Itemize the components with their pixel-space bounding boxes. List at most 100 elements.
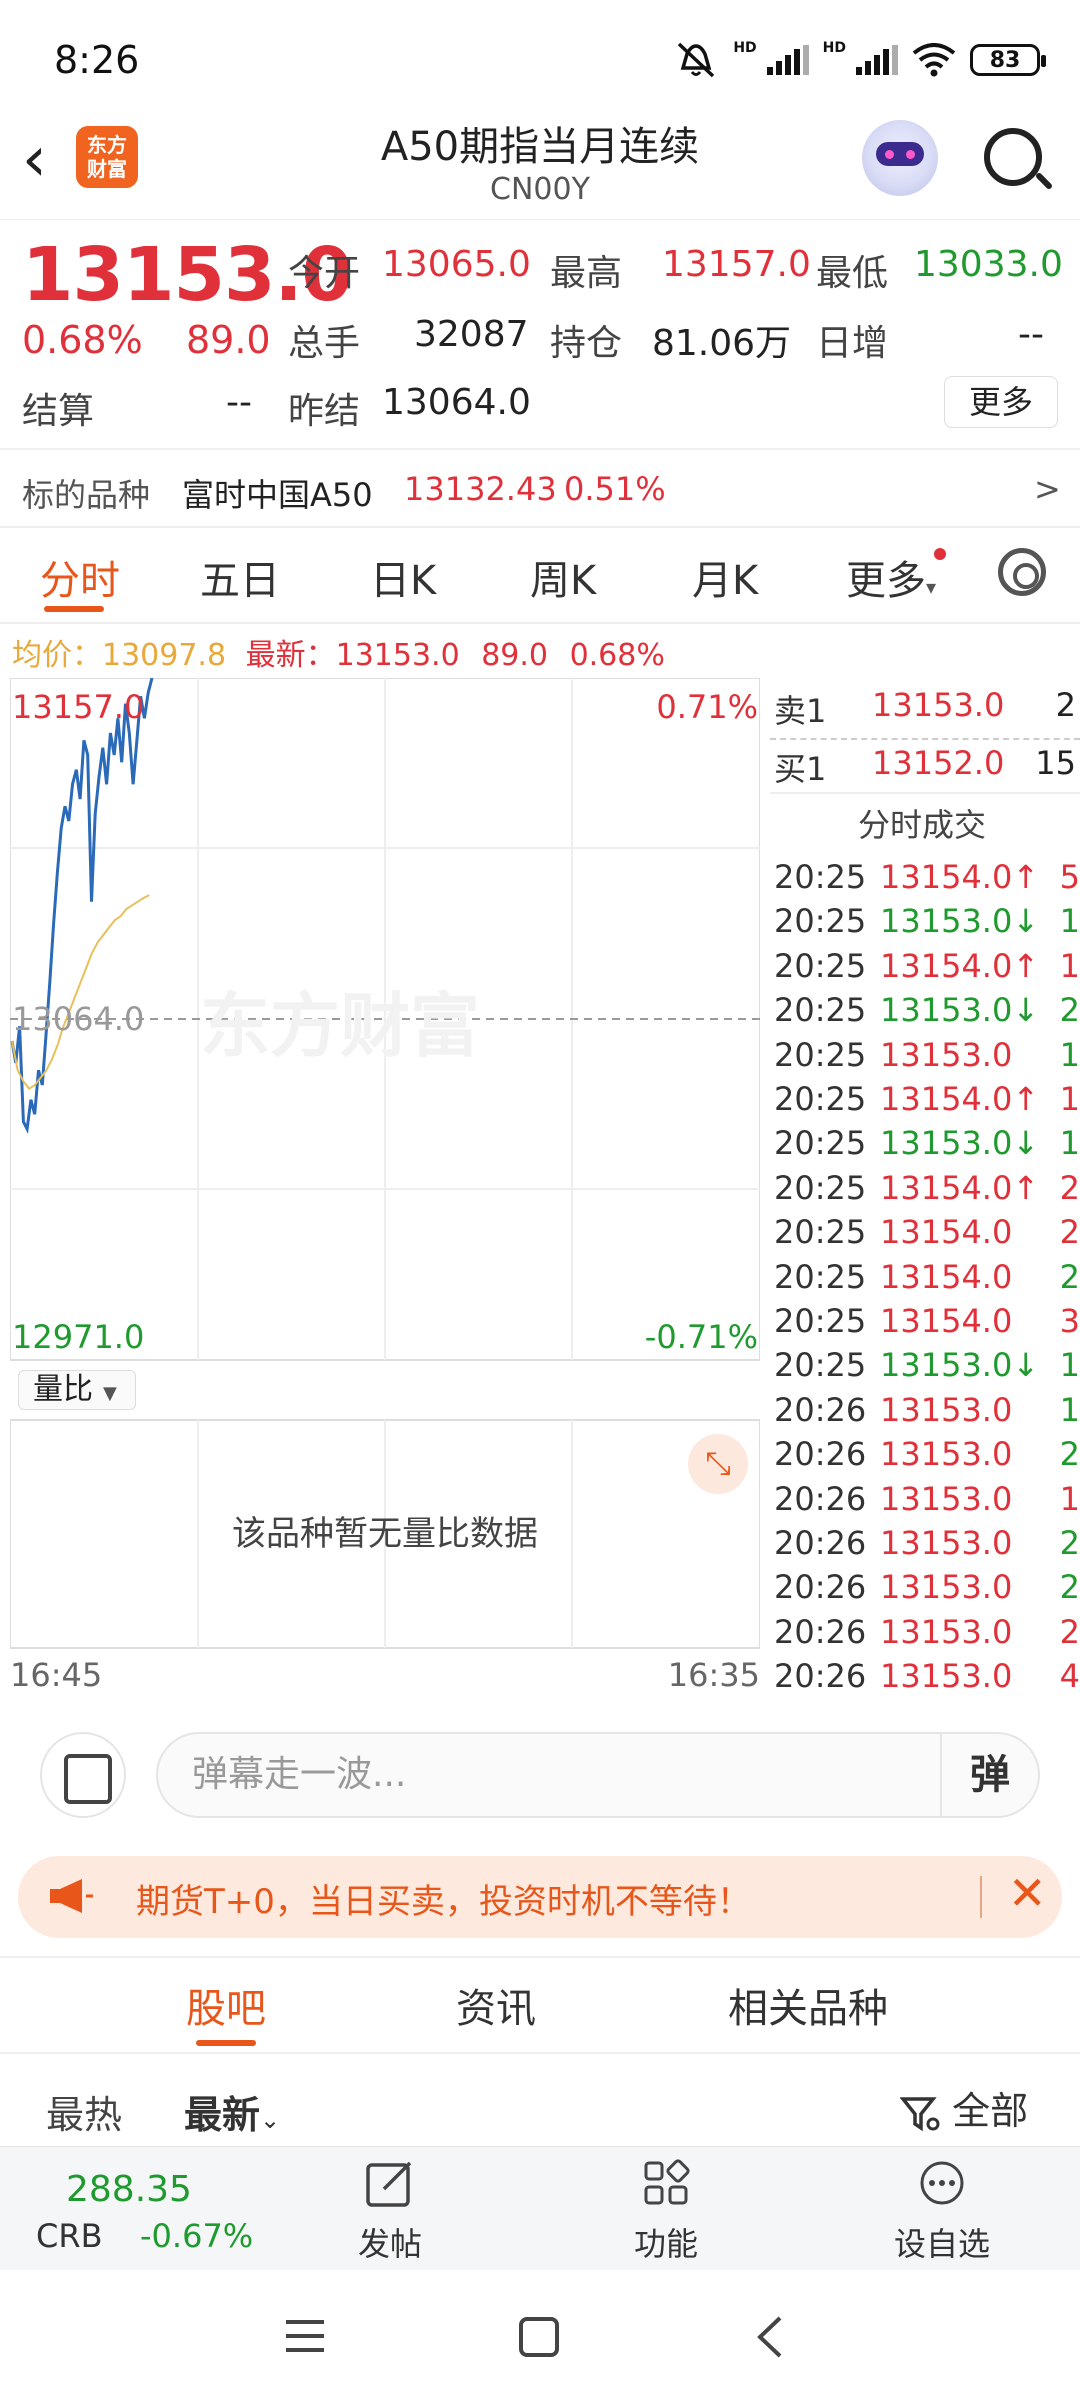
tick-time: 20:26 [774, 1479, 867, 1518]
tick-volume: 5 [1059, 858, 1080, 896]
sort-hot[interactable]: 最热 [46, 2084, 122, 2139]
tick-price: 13153.0 [880, 1435, 1013, 1474]
chart-tabs: 分时 五日 日K 周K 月K 更多▾ [0, 530, 1080, 620]
crb-name: CRB [36, 2217, 103, 2255]
promo-banner[interactable]: 期货T+0，当日买卖，投资时机不等待！ ✕ [18, 1856, 1062, 1938]
search-icon[interactable] [984, 128, 1042, 186]
tick-time: 20:25 [774, 858, 867, 896]
tick-price: 13154.0↑ [880, 1168, 1040, 1207]
tick-time: 20:26 [774, 1435, 867, 1474]
tick-row: 20:25 13154.0↑ 2 [770, 1169, 1080, 1213]
tick-price: 13154.0↑ [880, 1080, 1040, 1118]
signal-icon-2 [856, 45, 898, 75]
volume-ratio-dropdown[interactable]: 量比 ▼ [18, 1370, 136, 1410]
tick-volume: 1 [1059, 1124, 1080, 1163]
tick-volume: 1 [1059, 1035, 1080, 1074]
tick-row: 20:25 13154.0 2 [770, 1258, 1080, 1302]
tick-row: 20:26 13153.0 2 [770, 1524, 1080, 1568]
settings-gear-icon[interactable] [998, 548, 1046, 596]
tab-weekly-k[interactable]: 周K [530, 548, 596, 606]
add-watchlist-button[interactable]: 设自选 [862, 2147, 1022, 2271]
tick-time: 20:25 [774, 1124, 867, 1163]
promo-text: 期货T+0，当日买卖，投资时机不等待！ [136, 1882, 751, 1922]
edit-post-icon [366, 2161, 412, 2207]
tick-time: 20:26 [774, 1612, 867, 1651]
chevron-right-icon: > [1034, 470, 1061, 508]
avg-value: 13097.8 [102, 638, 227, 673]
tick-row: 20:26 13153.0 1 [770, 1391, 1080, 1435]
assistant-robot-icon[interactable] [862, 120, 938, 196]
tick-row: 20:25 13154.0↑ 5 [770, 858, 1080, 902]
tab-guba[interactable]: 股吧 [186, 1976, 266, 2034]
underlying-label: 标的品种 [22, 476, 151, 514]
tick-price: 13153.0↓ [880, 1124, 1040, 1163]
tick-price: 13154.0↑ [880, 946, 1040, 985]
expand-icon[interactable]: ⤡ [688, 1434, 748, 1494]
orderbook-ask-row: 卖1 13153.0 2 [770, 678, 1080, 734]
tick-volume: 1 [1059, 1346, 1080, 1385]
divider [0, 622, 1080, 624]
home-icon[interactable] [518, 2316, 560, 2358]
daily-increase-label: 日增 [816, 323, 889, 364]
tick-price: 13154.0 [880, 1257, 1013, 1296]
tick-time: 20:26 [774, 1390, 867, 1429]
tick-volume: 2 [1059, 991, 1080, 1030]
mute-icon [678, 42, 715, 78]
post-button[interactable]: 发帖 [310, 2147, 470, 2271]
tab-related[interactable]: 相关品种 [728, 1976, 888, 2034]
tick-volume: 2 [1059, 1213, 1080, 1252]
tab-intraday[interactable]: 分时 [40, 548, 120, 606]
tick-volume: 2 [1059, 1524, 1080, 1562]
filter-button[interactable]: 全部 [899, 2080, 1028, 2135]
back-nav-icon[interactable] [752, 2314, 788, 2360]
ask-qty: 2 [1055, 686, 1076, 724]
tab-news[interactable]: 资讯 [456, 1976, 536, 2034]
prev-settle-value: 13064.0 [382, 382, 531, 423]
open-interest-label: 持仓 [550, 323, 623, 364]
trade-panel: 卖1 13153.0 2 买1 13152.0 15 分时成交 20:25 131… [764, 678, 1080, 1708]
danmaku-settings-icon[interactable] [40, 1732, 126, 1818]
volume-label: 总手 [288, 323, 361, 364]
underlying-name: 富时中国A50 [182, 476, 373, 514]
bid-qty: 15 [1035, 744, 1076, 782]
menu-icon[interactable] [284, 2316, 326, 2356]
danmaku-toggle-button[interactable]: 弹 [940, 1734, 1038, 1816]
x-axis-start-label: 16:45 [10, 1656, 103, 1694]
close-icon[interactable]: ✕ [1008, 1866, 1047, 1920]
tick-price: 13153.0 [880, 1612, 1013, 1651]
tab-more[interactable]: 更多▾ [846, 548, 936, 606]
tick-row: 20:25 13153.0↓ 2 [770, 991, 1080, 1035]
tick-row: 20:26 13153.0 4 [770, 1657, 1080, 1701]
megaphone-icon [50, 1879, 93, 1913]
tab-monthly-k[interactable]: 月K [692, 548, 758, 606]
sort-latest[interactable]: 最新⌄ [184, 2084, 280, 2139]
tick-volume: 2 [1059, 1168, 1080, 1207]
y-axis-bottom-pct: -0.71% [644, 1318, 758, 1356]
open-value: 13065.0 [382, 244, 531, 285]
tick-price: 13153.0 [880, 1657, 1013, 1696]
intraday-chart[interactable]: 东方财富 13157.0 0.71% 13064.0 12971.0 -0.71… [10, 678, 760, 1708]
underlying-row[interactable]: 标的品种 富时中国A50 13132.43 0.51% > [0, 460, 1080, 516]
daily-increase-value: -- [1018, 314, 1044, 355]
hd-label: HD [733, 40, 757, 56]
tick-volume: 3 [1059, 1302, 1080, 1340]
tick-price: 13154.0↑ [880, 858, 1040, 896]
danmaku-input[interactable]: 弹幕走一波... [156, 1732, 1040, 1818]
more-quote-button[interactable]: 更多 [944, 376, 1058, 428]
functions-button[interactable]: 功能 [586, 2147, 746, 2271]
tick-row: 20:25 13154.0↑ 1 [770, 1080, 1080, 1124]
tab-five-day[interactable]: 五日 [200, 548, 280, 606]
tick-time: 20:25 [774, 946, 867, 985]
underlying-price: 13132.43 [404, 470, 557, 508]
bottom-tab-indicator [196, 2040, 256, 2046]
chevron-down-icon: ⌄ [260, 2106, 281, 2134]
ask-price: 13153.0 [872, 686, 1005, 724]
tick-row: 20:25 13153.0↓ 1 [770, 1346, 1080, 1390]
tick-time: 20:25 [774, 902, 867, 941]
tick-price: 13153.0↓ [880, 991, 1040, 1030]
tick-volume: 4 [1059, 1657, 1080, 1696]
tick-row: 20:25 13154.0 3 [770, 1302, 1080, 1346]
tab-daily-k[interactable]: 日K [370, 548, 436, 606]
tick-row: 20:26 13153.0 1 [770, 1480, 1080, 1524]
no-volume-data-text: 该品种暂无量比数据 [232, 1514, 538, 1554]
